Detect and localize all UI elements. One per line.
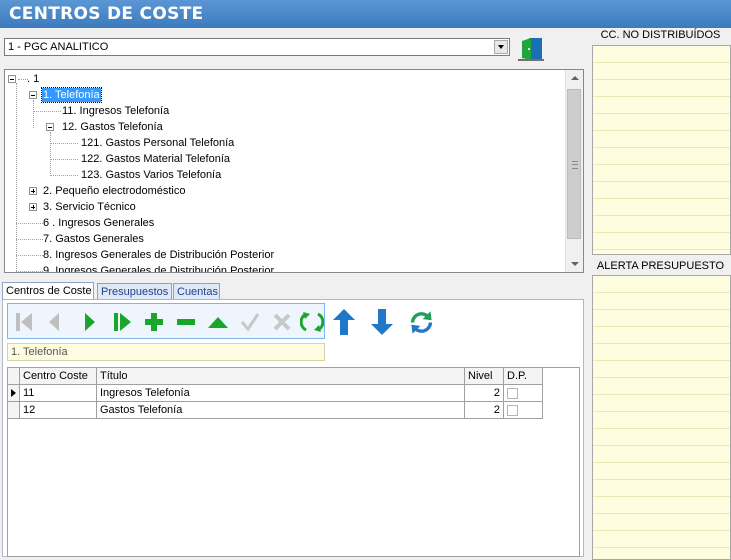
next-icon[interactable] — [78, 310, 102, 334]
cost-center-tree[interactable]: . 1 1. Telefonía 11. Ingresos Telefonía … — [4, 69, 584, 273]
cell-centro[interactable]: 12 — [19, 401, 97, 419]
cell-dp[interactable] — [503, 401, 543, 419]
plan-select-value: 1 - PGC ANALITICO — [8, 41, 109, 53]
tab-label: Presupuestos — [101, 286, 169, 298]
undistributed-list[interactable] — [592, 45, 731, 255]
cost-center-grid[interactable]: Centro Coste Título Nivel D.P. 11 Ingres… — [7, 367, 580, 557]
tree-node[interactable]: 7. Gastos Generales — [43, 232, 144, 246]
up-icon[interactable] — [206, 310, 230, 334]
exit-door-icon[interactable] — [516, 36, 546, 62]
current-node-label: 1. Telefonía — [7, 343, 325, 361]
collapse-icon[interactable] — [8, 75, 16, 83]
record-toolbar — [7, 303, 325, 339]
expand-icon[interactable] — [29, 187, 37, 195]
column-header[interactable]: Título — [96, 367, 465, 385]
cell-nivel[interactable]: 2 — [464, 384, 504, 402]
column-header[interactable]: Nivel — [464, 367, 504, 385]
tree-node[interactable]: 3. Servicio Técnico — [43, 200, 136, 214]
budget-alert-title: ALERTA PRESUPUESTO — [596, 260, 725, 272]
collapse-icon[interactable] — [46, 123, 54, 131]
move-up-icon[interactable] — [332, 308, 356, 336]
window-titlebar: CENTROS DE COSTE — [0, 0, 731, 28]
grid-header: Centro Coste Título Nivel D.P. — [7, 367, 543, 385]
current-node-text: 1. Telefonía — [11, 346, 68, 358]
row-indicator — [7, 384, 20, 402]
cell-centro[interactable]: 11 — [19, 384, 97, 402]
refresh-icon[interactable] — [300, 310, 324, 334]
right-panel: CC. NO DISTRIBUÍDOS ALERTA PRESUPUESTO — [590, 28, 731, 560]
cell-nivel[interactable]: 2 — [464, 401, 504, 419]
cell-dp[interactable] — [503, 384, 543, 402]
scroll-thumb[interactable] — [567, 89, 581, 239]
tree-scrollbar[interactable] — [565, 70, 583, 272]
add-icon[interactable] — [142, 310, 166, 334]
tree-node[interactable]: 1. Telefonía — [41, 87, 102, 103]
tree-node[interactable]: 8. Ingresos Generales de Distribución Po… — [43, 248, 274, 262]
tab-label: Centros de Coste — [6, 285, 92, 297]
last-icon[interactable] — [110, 310, 134, 334]
current-row-icon — [11, 389, 16, 397]
window-title: CENTROS DE COSTE — [9, 4, 204, 24]
undistributed-title: CC. NO DISTRIBUÍDOS — [600, 29, 721, 41]
delete-icon[interactable] — [174, 310, 198, 334]
prev-icon[interactable] — [42, 310, 66, 334]
tree-node-root[interactable]: . 1 — [27, 72, 39, 86]
cancel-icon[interactable] — [270, 310, 294, 334]
row-indicator — [7, 401, 20, 419]
tab-label: Cuentas — [177, 286, 218, 298]
plan-select[interactable]: 1 - PGC ANALITICO — [4, 38, 510, 56]
row-indicator-header — [7, 367, 20, 385]
tree-node[interactable]: 2. Pequeño electrodoméstico — [43, 184, 185, 198]
expand-icon[interactable] — [29, 203, 37, 211]
tree-node[interactable]: 9. Ingresos Generales de Distribución Po… — [43, 264, 274, 272]
collapse-icon[interactable] — [29, 91, 37, 99]
dp-checkbox[interactable] — [507, 404, 518, 416]
column-header[interactable]: Centro Coste — [19, 367, 97, 385]
chevron-down-icon[interactable] — [494, 40, 508, 54]
sync-icon[interactable] — [408, 309, 435, 336]
cell-titulo[interactable]: Gastos Telefonía — [96, 401, 465, 419]
cell-titulo[interactable]: Ingresos Telefonía — [96, 384, 465, 402]
scroll-up-icon[interactable] — [566, 70, 583, 87]
tree-node[interactable]: 12. Gastos Telefonía — [62, 120, 163, 134]
tree-node[interactable]: 123. Gastos Varios Telefonía — [81, 168, 221, 182]
move-down-icon[interactable] — [370, 308, 394, 336]
tree-node[interactable]: 121. Gastos Personal Telefonía — [81, 136, 234, 150]
table-row[interactable]: 12 Gastos Telefonía 2 — [7, 401, 543, 419]
tab-presupuestos[interactable]: Presupuestos — [97, 283, 172, 300]
table-row[interactable]: 11 Ingresos Telefonía 2 — [7, 384, 543, 402]
scroll-down-icon[interactable] — [566, 255, 583, 272]
tab-centros-de-coste[interactable]: Centros de Coste — [2, 282, 94, 300]
budget-alert-list[interactable] — [592, 275, 731, 560]
tab-cuentas[interactable]: Cuentas — [173, 283, 220, 300]
column-header[interactable]: D.P. — [503, 367, 543, 385]
first-icon[interactable] — [12, 310, 36, 334]
tree-node[interactable]: 11. Ingresos Telefonía — [62, 104, 169, 118]
confirm-icon[interactable] — [238, 310, 262, 334]
tree-node[interactable]: 6 . Ingresos Generales — [43, 216, 154, 230]
dp-checkbox[interactable] — [507, 387, 518, 399]
tree-node[interactable]: 122. Gastos Material Telefonía — [81, 152, 230, 166]
